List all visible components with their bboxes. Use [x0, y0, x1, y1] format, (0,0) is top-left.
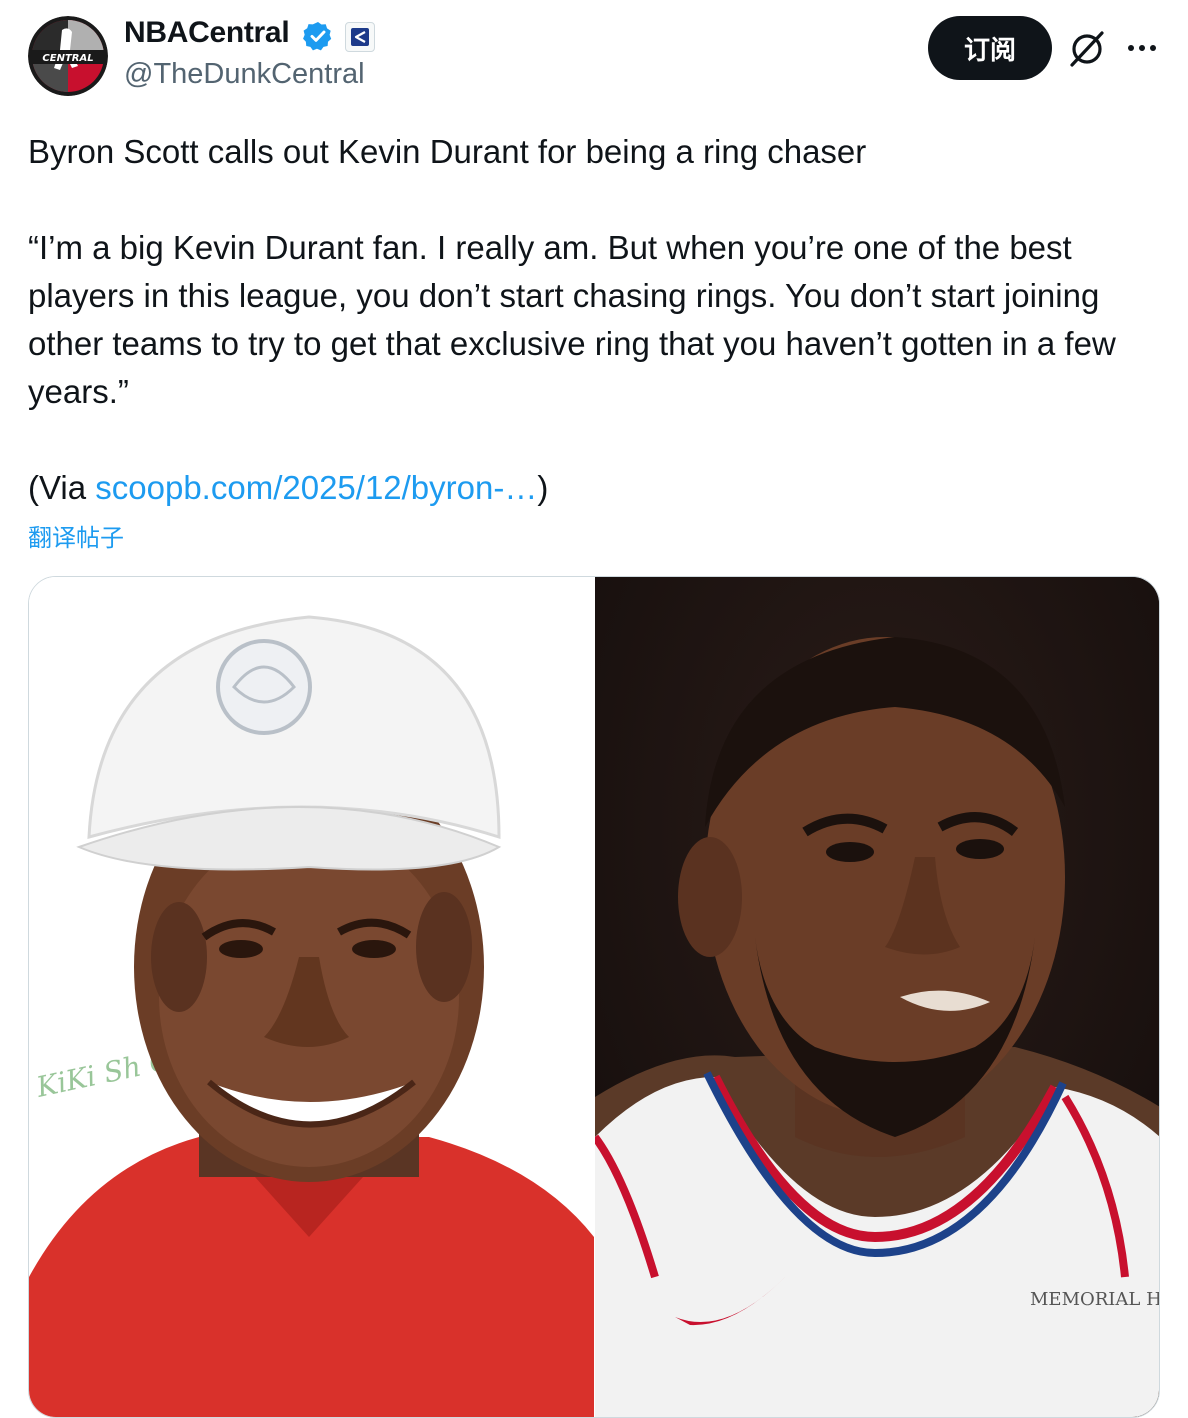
media-grid: KiKi Sh Cel Golf MEMORIAL — [28, 576, 1160, 1418]
tweet-headline: Byron Scott calls out Kevin Durant for b… — [28, 133, 867, 170]
verified-badge-icon[interactable] — [302, 20, 334, 52]
media-photo-kevin-durant[interactable]: MEMORIAL HERMANN — [595, 577, 1160, 1417]
tweet-text: Byron Scott calls out Kevin Durant for b… — [28, 128, 1158, 512]
author-handle[interactable]: @TheDunkCentral — [124, 58, 365, 91]
byron-scott-illustration: KiKi Sh Cel Golf — [29, 577, 594, 1417]
more-icon[interactable] — [1122, 28, 1162, 68]
media-photo-byron-scott[interactable]: KiKi Sh Cel Golf — [29, 577, 594, 1417]
jersey-patch-text: MEMORIAL HERMANN — [1030, 1289, 1160, 1310]
kevin-durant-illustration: MEMORIAL HERMANN — [595, 577, 1160, 1417]
avatar[interactable]: CENTRAL — [28, 16, 108, 96]
translate-post-link[interactable]: 翻译帖子 — [28, 518, 124, 553]
tweet-quote: “I’m a big Kevin Durant fan. I really am… — [28, 229, 1116, 410]
tweet-via: (Via scoopb.com/2025/12/byron-…) — [28, 464, 1158, 512]
via-suffix: ) — [537, 469, 549, 506]
avatar-logo: CENTRAL — [28, 16, 108, 96]
via-link[interactable]: scoopb.com/2025/12/byron-… — [95, 469, 537, 506]
avatar-text: CENTRAL — [42, 53, 93, 64]
affiliate-badge-icon[interactable] — [345, 22, 375, 52]
display-name[interactable]: NBACentral — [124, 16, 290, 50]
via-prefix: (Via — [28, 469, 96, 506]
affiliate-logo-icon — [351, 28, 369, 46]
grok-icon[interactable] — [1066, 28, 1108, 70]
subscribe-button[interactable]: 订阅 — [928, 16, 1052, 80]
